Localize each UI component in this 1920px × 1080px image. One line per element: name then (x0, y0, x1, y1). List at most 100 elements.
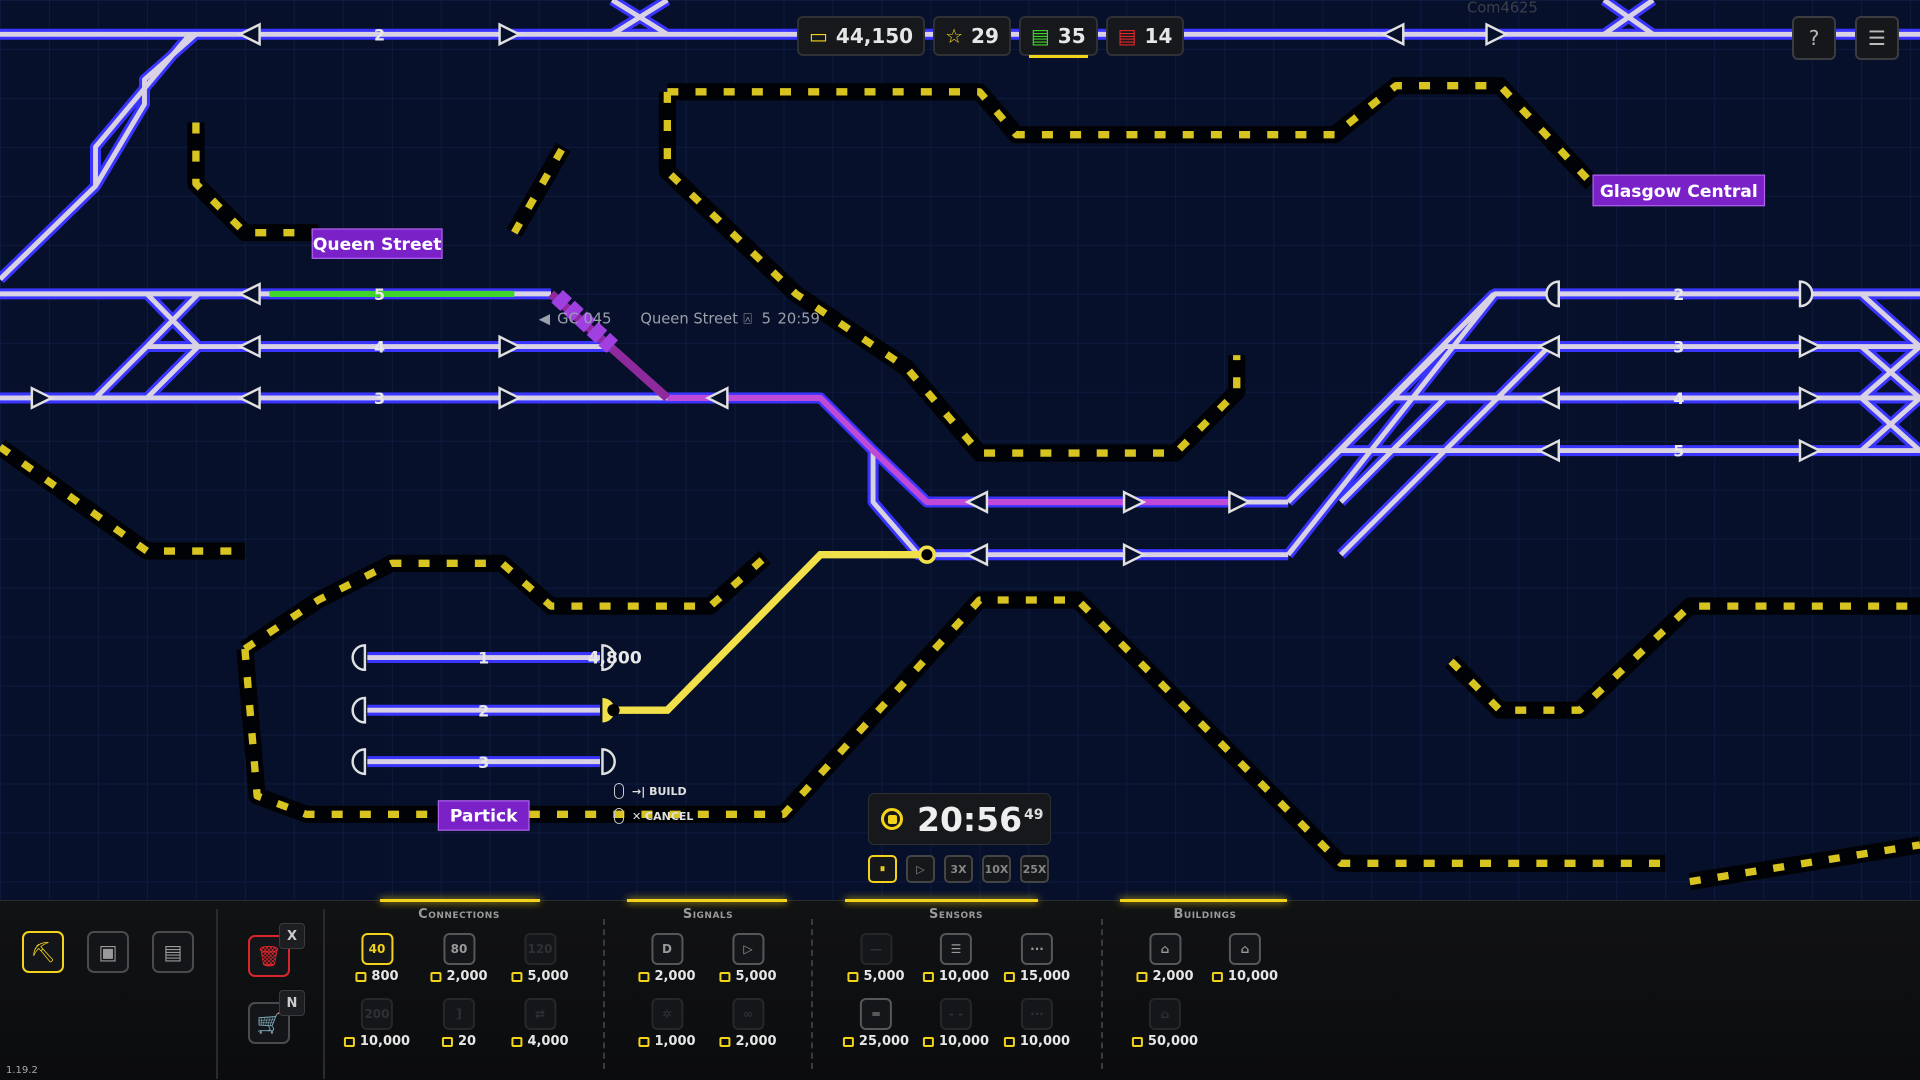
active-trains-button[interactable]: ▤ 35 (1018, 16, 1098, 58)
tool-sensor-dots[interactable]: ··· 15,000 (1003, 933, 1070, 984)
wallet-icon (430, 971, 442, 982)
chip-mode-button[interactable]: ▣ (87, 931, 129, 973)
tool-sensor-dash[interactable]: - - 10,000 (922, 998, 989, 1049)
problem-trains-button[interactable]: ▤ 14 (1105, 16, 1185, 56)
svg-text:5: 5 (762, 310, 771, 327)
track-80-icon: 80 (443, 933, 475, 965)
construction-mode-button[interactable]: ⛏ (22, 931, 64, 973)
tool-sensor-count[interactable]: ☰ 10,000 (922, 933, 989, 984)
item-price: 4,000 (511, 1034, 569, 1049)
help-button[interactable]: ? (1792, 16, 1836, 60)
tool-turn[interactable]: ⇄ 4,000 (511, 998, 569, 1049)
platform-number: 1 (478, 649, 489, 668)
wallet-icon (847, 971, 859, 982)
wallet-icon (922, 971, 934, 982)
tool-sensor-double[interactable]: ═ 25,000 (842, 998, 909, 1049)
station-label-queen-street[interactable]: Queen Street (311, 228, 443, 259)
wallet-icon (1131, 1036, 1143, 1047)
clock-time: 20:56 (917, 799, 1023, 839)
wallet-icon (638, 971, 650, 982)
category-highlight (845, 899, 1038, 902)
star-icon: ☆ (945, 24, 964, 48)
book-icon: ▤ (163, 940, 183, 964)
book-mode-button[interactable]: ▤ (152, 931, 194, 973)
tool-platform-signal[interactable]: D 2,000 (638, 933, 696, 984)
wallet-icon (511, 971, 523, 982)
wallet-icon (511, 1036, 523, 1047)
item-price: 50,000 (1131, 1034, 1198, 1049)
sensor-count-icon: ☰ (939, 933, 972, 965)
tool-track-120[interactable]: 120 5,000 (511, 933, 569, 984)
station-label-glasgow-central[interactable]: Glasgow Central (1592, 174, 1766, 207)
sensor-double-icon: ═ (859, 998, 892, 1030)
bug-signal-icon: ✲ (651, 998, 683, 1030)
svg-text:◀: ◀ (539, 310, 551, 327)
wallet-icon (1136, 971, 1148, 982)
tool-station[interactable]: ⌂ 2,000 (1136, 933, 1194, 984)
station-icon: ⌂ (1149, 933, 1181, 965)
delete-shortcut-badge: X (279, 923, 305, 949)
shop-shortcut-badge: N (279, 990, 305, 1016)
item-price: 2,000 (638, 969, 696, 984)
svg-text:Glasgow Central: Glasgow Central (1600, 182, 1758, 202)
speed-25x-button[interactable]: 25X (1020, 855, 1049, 883)
category-highlight (627, 899, 787, 902)
play-button[interactable]: ▷ (906, 855, 935, 883)
platform-number: 5 (1673, 442, 1684, 461)
infinity-signal-icon: ∞ (732, 998, 764, 1030)
station-label-partick[interactable]: Partick (437, 800, 530, 831)
tool-bug-signal[interactable]: ✲ 1,000 (638, 998, 696, 1049)
tool-signal[interactable]: ▷ 5,000 (719, 933, 777, 984)
cancel-hint: ✕ CANCEL (614, 808, 693, 824)
clock-seconds: 49 (1024, 807, 1044, 823)
category-highlight (380, 899, 540, 902)
tool-track-200[interactable]: 200 10,000 (343, 998, 410, 1049)
active-trains-value: 35 (1057, 24, 1086, 48)
construction-icon: ⛏ (30, 940, 56, 964)
tool-track-40[interactable]: 40 800 (355, 933, 399, 984)
rail-map[interactable]: 2 5 4 3 1 2 3 2 3 4 5 4,800 Queen Street… (0, 0, 1920, 900)
tool-sensor-line[interactable]: — 5,000 (847, 933, 905, 984)
cart-icon: 🛒 (256, 1011, 282, 1035)
category-title: Connections (418, 907, 500, 922)
faded-train-label: Com4625 (1467, 0, 1538, 16)
sensor-dots-icon: ··· (1020, 933, 1053, 965)
wallet-icon (719, 1036, 731, 1047)
speed-3x-button[interactable]: 3X (944, 855, 973, 883)
platform-number: 3 (374, 389, 385, 408)
signal-icon: ▷ (732, 933, 764, 965)
sensor-dots2-icon: ··· (1020, 998, 1053, 1030)
speed-10x-button[interactable]: 10X (982, 855, 1011, 883)
train-alert-icon: ▤ (1117, 24, 1137, 48)
menu-button[interactable]: ☰ (1855, 16, 1899, 60)
category-title: Signals (682, 907, 734, 922)
stars-value: 29 (971, 24, 999, 48)
item-price: 2,000 (1136, 969, 1194, 984)
item-price: 5,000 (719, 969, 777, 984)
platform-number: 3 (1673, 338, 1684, 357)
large-station-icon: ⌂ (1228, 933, 1261, 965)
tool-sensor-dots2[interactable]: ··· 10,000 (1003, 998, 1070, 1049)
wallet-icon: ▭ (809, 24, 828, 48)
tool-buffer[interactable]: ] 20 (441, 998, 476, 1049)
tool-infinity-signal[interactable]: ∞ 2,000 (719, 998, 777, 1049)
item-price: 15,000 (1003, 969, 1070, 984)
platform-signal-icon: D (651, 933, 683, 965)
wallet-icon (1003, 1036, 1015, 1047)
wallet-icon (922, 1036, 934, 1047)
pause-button[interactable]: ⏸ (868, 855, 897, 883)
track-endpoint[interactable] (917, 545, 937, 564)
svg-text:Queen Street: Queen Street (640, 310, 738, 327)
item-price: 1,000 (638, 1034, 696, 1049)
wallet-icon (355, 971, 367, 982)
item-price: 10,000 (922, 969, 989, 984)
tool-depot[interactable]: ⌂ 50,000 (1131, 998, 1198, 1049)
tool-track-80[interactable]: 80 2,000 (430, 933, 488, 984)
category-highlight (1120, 899, 1287, 902)
platform-number: 2 (478, 701, 489, 720)
train-info-tag: ◀ GC 045 Queen Street ⍓ 5 20:59 (539, 310, 820, 327)
svg-text:20:59: 20:59 (778, 310, 820, 327)
item-price: 10,000 (343, 1034, 410, 1049)
item-price: 2,000 (430, 969, 488, 984)
tool-large-station[interactable]: ⌂ 10,000 (1211, 933, 1278, 984)
